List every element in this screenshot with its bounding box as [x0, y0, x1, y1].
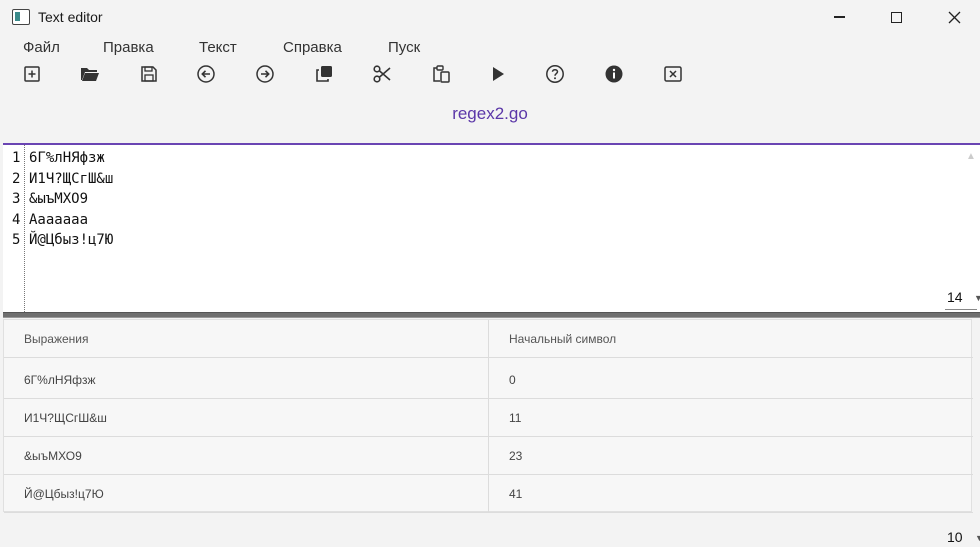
cell-expression: Й@Цбыз!ц7Ю	[24, 487, 104, 501]
menu-bar: Файл Правка Текст Справка Пуск	[0, 36, 980, 58]
cell-start-index: 0	[509, 373, 516, 387]
page-size-value: 10	[947, 529, 963, 545]
line-number: 4	[12, 211, 21, 228]
open-folder-icon	[81, 68, 99, 81]
scroll-up-arrow-icon[interactable]: ▲	[966, 151, 976, 162]
line-number: 5	[12, 232, 21, 248]
cell-expression: И1Ч?ЩСгШ&ш	[24, 411, 107, 425]
line-number: 2	[12, 170, 21, 187]
new-file-button[interactable]	[20, 62, 44, 86]
app-icon	[12, 9, 30, 25]
menu-help[interactable]: Справка	[283, 39, 342, 56]
table-row[interactable]: 6Г%лНЯфзж 0	[4, 361, 973, 399]
menu-run[interactable]: Пуск	[388, 39, 420, 56]
cell-start-index: 41	[509, 487, 523, 501]
run-icon	[493, 67, 504, 81]
column-header-expressions[interactable]: Выражения	[24, 320, 89, 358]
cell-expression: &ыъМХО9	[24, 449, 82, 463]
cell-start-index: 11	[509, 411, 522, 425]
save-button[interactable]	[137, 62, 161, 86]
help-icon	[546, 65, 564, 83]
menu-edit[interactable]: Правка	[103, 39, 154, 56]
code-line[interactable]: Ааааааа	[29, 212, 88, 228]
code-line[interactable]: 6Г%лНЯфзж	[29, 150, 105, 166]
redo-button[interactable]	[253, 62, 277, 86]
info-button[interactable]	[602, 62, 626, 86]
toolbar	[0, 60, 980, 88]
line-number-gutter: 1 2 3 4 5	[3, 148, 26, 312]
new-file-icon	[24, 66, 40, 82]
menu-text[interactable]: Текст	[199, 39, 237, 56]
run-button[interactable]	[486, 62, 510, 86]
copy-icon	[316, 66, 332, 82]
results-table: Выражения Начальный символ 6Г%лНЯфзж 0 И…	[3, 319, 973, 513]
maximize-button[interactable]	[867, 0, 925, 34]
paste-icon	[433, 65, 450, 83]
title-bar: Text editor	[0, 0, 980, 34]
cell-start-index: 23	[509, 449, 523, 463]
code-editor[interactable]: 1 2 3 4 5 6Г%лНЯфзж И1Ч?ЩСгШ&ш &ыъМХО9 А…	[3, 145, 980, 312]
app-window: Text editor Файл Правка Текст Справка Пу…	[0, 0, 980, 547]
cut-button[interactable]	[370, 62, 394, 86]
table-row[interactable]: Й@Цбыз!ц7Ю 41	[4, 475, 973, 513]
help-button[interactable]	[543, 62, 567, 86]
close-window-button[interactable]	[925, 0, 980, 34]
line-number: 3	[12, 191, 21, 207]
minimize-icon	[833, 16, 845, 18]
save-icon	[141, 66, 157, 82]
undo-icon	[197, 65, 215, 83]
close-tab-icon	[664, 66, 682, 82]
maximize-icon	[890, 11, 902, 23]
document-tab[interactable]: regex2.go	[0, 104, 980, 130]
code-line[interactable]: &ыъМХО9	[29, 191, 88, 207]
table-row[interactable]: И1Ч?ЩСгШ&ш 11	[4, 399, 973, 437]
window-title: Text editor	[38, 9, 103, 25]
table-header: Выражения Начальный символ	[4, 320, 973, 358]
code-line[interactable]: И1Ч?ЩСгШ&ш	[29, 171, 113, 187]
close-document-button[interactable]	[661, 62, 685, 86]
cut-icon	[373, 65, 391, 83]
line-number: 1	[12, 150, 21, 166]
font-size-value: 14	[947, 289, 963, 305]
redo-icon	[256, 65, 274, 83]
minimize-button[interactable]	[810, 0, 868, 34]
chevron-down-icon: ▼	[975, 533, 980, 543]
page-size-select[interactable]: 10 ▼	[945, 527, 980, 547]
table-row[interactable]: &ыъМХО9 23	[4, 437, 973, 475]
cell-expression: 6Г%лНЯфзж	[24, 373, 96, 387]
code-line[interactable]: Й@Цбыз!ц7Ю	[29, 232, 113, 248]
pane-splitter[interactable]	[3, 312, 980, 318]
open-button[interactable]	[78, 62, 102, 86]
font-size-select[interactable]: 14 ▼	[945, 288, 980, 310]
column-header-start-char[interactable]: Начальный символ	[509, 320, 616, 358]
chevron-down-icon: ▼	[974, 293, 980, 303]
paste-button[interactable]	[429, 62, 453, 86]
menu-file[interactable]: Файл	[23, 39, 60, 56]
undo-button[interactable]	[194, 62, 218, 86]
copy-button[interactable]	[312, 62, 336, 86]
close-icon	[948, 11, 960, 23]
gutter-divider	[24, 145, 25, 312]
info-icon	[605, 65, 623, 83]
